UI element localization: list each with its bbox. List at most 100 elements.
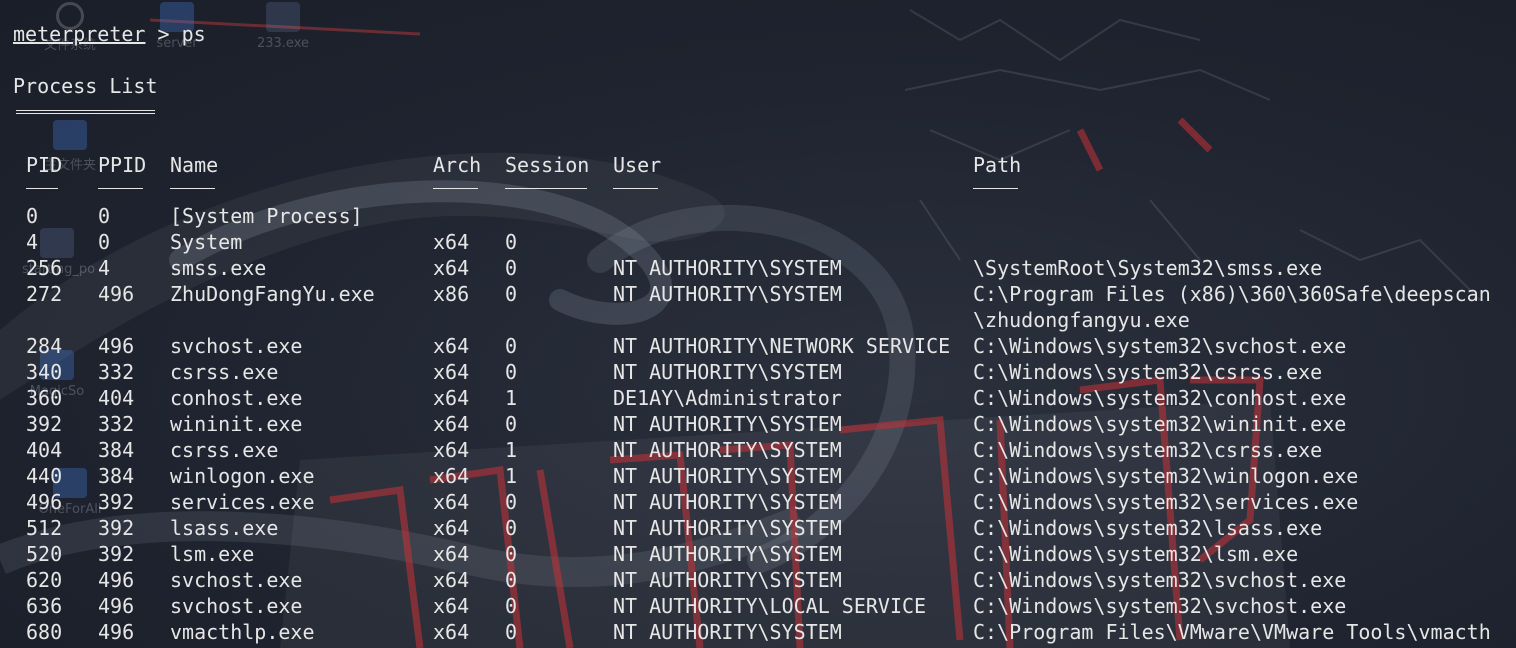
cell-user: DE1AY\Administrator (613, 386, 842, 410)
cell-user: NT AUTHORITY\SYSTEM (613, 542, 842, 566)
title-underline (16, 110, 155, 114)
terminal-window[interactable]: 文件系统 server 233.exe 主文件夹 starting_po Mag… (0, 0, 1516, 648)
cell-arch: x64 (433, 490, 470, 514)
cell-user: NT AUTHORITY\SYSTEM (613, 464, 842, 488)
prompt-separator: > (145, 22, 182, 46)
cell-name: vmacthlp.exe (170, 620, 315, 644)
cell-session: 0 (505, 490, 518, 514)
cell-ppid: 384 (98, 464, 135, 488)
cell-path: C:\Windows\system32\csrss.exe (973, 438, 1323, 462)
cell-arch: x64 (433, 256, 470, 280)
cell-user: NT AUTHORITY\SYSTEM (613, 412, 842, 436)
cell-ppid: 496 (98, 568, 135, 592)
cell-user: NT AUTHORITY\SYSTEM (613, 516, 842, 540)
cell-name: services.exe (170, 490, 315, 514)
header-session: Session (505, 153, 590, 177)
cell-arch: x86 (433, 282, 470, 306)
cell-arch: x64 (433, 334, 470, 358)
cell-path: C:\Windows\system32\conhost.exe (973, 386, 1347, 410)
cell-ppid: 0 (98, 230, 111, 254)
cell-pid: 496 (26, 490, 63, 514)
cell-ppid: 392 (98, 542, 135, 566)
cell-session: 0 (505, 412, 518, 436)
cell-name: wininit.exe (170, 412, 303, 436)
cell-path: C:\Windows\system32\lsass.exe (973, 516, 1323, 540)
cell-name: [System Process] (170, 204, 363, 228)
header-ppid: PPID (98, 153, 147, 177)
header-name: Name (170, 153, 219, 177)
cell-session: 1 (505, 438, 518, 462)
cell-path: C:\Windows\system32\csrss.exe (973, 360, 1323, 384)
cell-path: C:\Windows\system32\wininit.exe (973, 412, 1347, 436)
cell-user: NT AUTHORITY\SYSTEM (613, 620, 842, 644)
cell-session: 0 (505, 542, 518, 566)
file-icon (266, 2, 300, 32)
cell-ppid: 332 (98, 360, 135, 384)
header-rule-arch (433, 188, 478, 189)
cell-pid: 360 (26, 386, 63, 410)
header-rule-path (973, 188, 1018, 189)
cell-arch: x64 (433, 230, 470, 254)
cell-user: NT AUTHORITY\SYSTEM (613, 256, 842, 280)
cell-pid: 4 (26, 230, 39, 254)
cell-ppid: 496 (98, 620, 135, 644)
cell-pid: 636 (26, 594, 63, 618)
cell-path: C:\Windows\system32\services.exe (973, 490, 1359, 514)
cell-session: 0 (505, 568, 518, 592)
cell-name: svchost.exe (170, 334, 303, 358)
header-path: Path (973, 153, 1022, 177)
cell-user: NT AUTHORITY\LOCAL SERVICE (613, 594, 927, 618)
home-folder-icon (53, 120, 87, 150)
cell-user: NT AUTHORITY\SYSTEM (613, 282, 842, 306)
cell-user: NT AUTHORITY\NETWORK SERVICE (613, 334, 951, 358)
document-icon (40, 228, 74, 258)
desktop-icon-233exe: 233.exe (248, 2, 318, 51)
header-arch: Arch (433, 153, 482, 177)
cell-arch: x64 (433, 360, 470, 384)
cell-arch: x64 (433, 464, 470, 488)
cell-ppid: 496 (98, 282, 135, 306)
cell-pid: 404 (26, 438, 63, 462)
cell-ppid: 496 (98, 334, 135, 358)
cell-path: C:\Program Files\VMware\VMware Tools\vma… (973, 620, 1491, 644)
header-user: User (613, 153, 662, 177)
cell-name: lsass.exe (170, 516, 279, 540)
cell-name: conhost.exe (170, 386, 303, 410)
cell-ppid: 384 (98, 438, 135, 462)
header-rule-user (613, 188, 658, 189)
cell-name: svchost.exe (170, 568, 303, 592)
cell-session: 0 (505, 360, 518, 384)
cell-arch: x64 (433, 516, 470, 540)
cell-pid: 512 (26, 516, 63, 540)
cell-session: 1 (505, 464, 518, 488)
cell-path: C:\Windows\system32\winlogon.exe (973, 464, 1359, 488)
cell-path: C:\Windows\system32\svchost.exe (973, 594, 1347, 618)
cell-pid: 620 (26, 568, 63, 592)
cell-path: \SystemRoot\System32\smss.exe (973, 256, 1323, 280)
cell-name: lsm.exe (170, 542, 255, 566)
desktop-icon-label: 233.exe (256, 36, 309, 51)
cell-session: 0 (505, 256, 518, 280)
cell-pid: 680 (26, 620, 63, 644)
cell-name: winlogon.exe (170, 464, 315, 488)
cell-arch: x64 (433, 438, 470, 462)
cell-user: NT AUTHORITY\SYSTEM (613, 568, 842, 592)
cell-name: smss.exe (170, 256, 267, 280)
cell-session: 0 (505, 230, 518, 254)
cell-user: NT AUTHORITY\SYSTEM (613, 438, 842, 462)
cell-name: ZhuDongFangYu.exe (170, 282, 375, 306)
cell-name: csrss.exe (170, 438, 279, 462)
cell-session: 0 (505, 334, 518, 358)
cell-name: System (170, 230, 243, 254)
header-rule-ppid (98, 188, 143, 189)
header-pid: PID (26, 153, 63, 177)
cell-arch: x64 (433, 594, 470, 618)
cell-pid: 0 (26, 204, 39, 228)
cell-ppid: 4 (98, 256, 111, 280)
cell-pid: 284 (26, 334, 63, 358)
cell-path: C:\Windows\system32\svchost.exe (973, 568, 1347, 592)
header-rule-name (170, 188, 215, 189)
prompt-line: meterpreter > ps (13, 21, 206, 47)
cell-ppid: 496 (98, 594, 135, 618)
cell-arch: x64 (433, 542, 470, 566)
